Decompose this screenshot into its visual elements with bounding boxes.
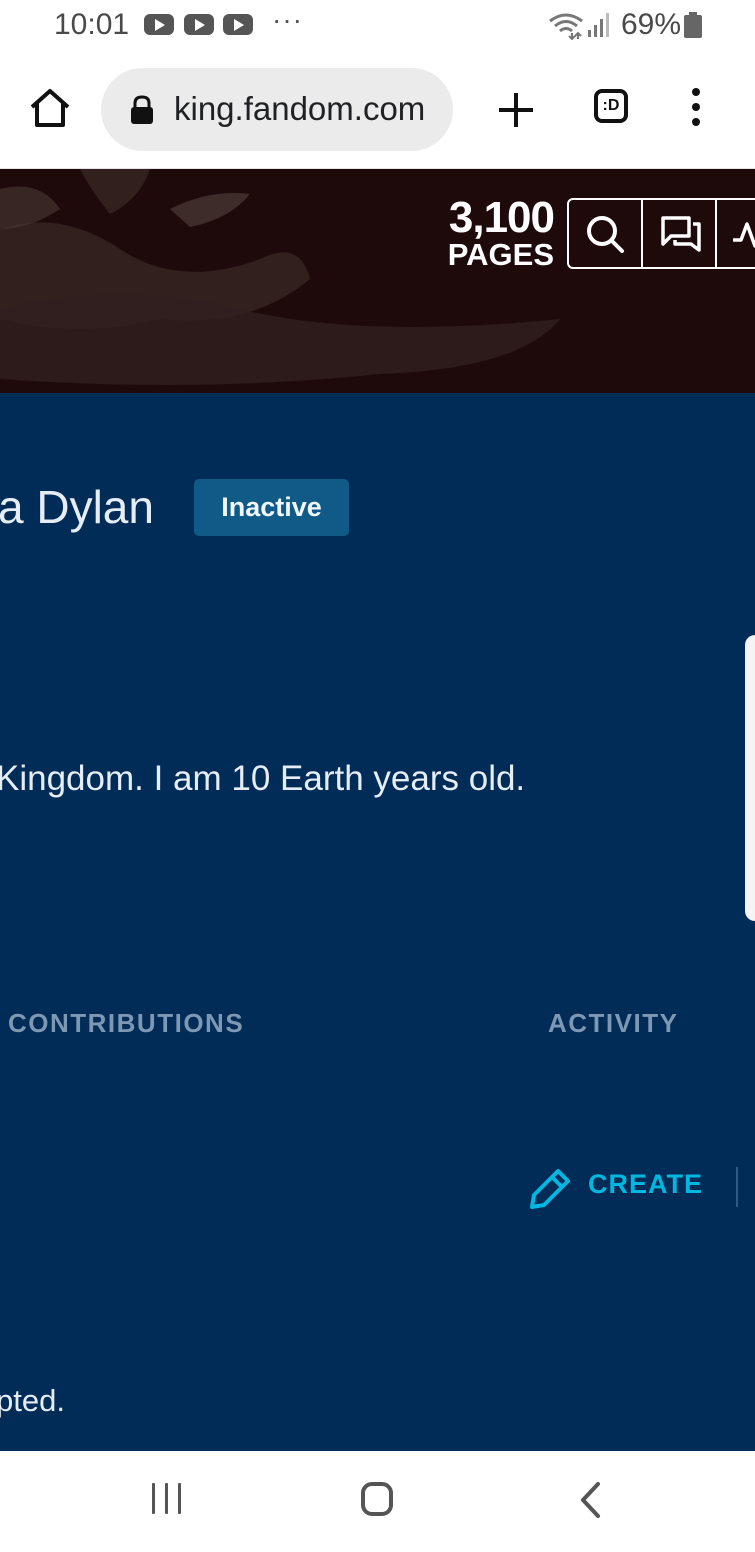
plus-icon[interactable] [494, 88, 538, 132]
url-bar[interactable]: king.fandom.com [101, 68, 453, 151]
status-time: 10:01 [54, 8, 130, 41]
toolbar-divider [736, 1167, 738, 1207]
battery-icon [684, 12, 702, 38]
lock-icon [131, 95, 153, 124]
create-label: CREATE [588, 1169, 704, 1199]
page-count-number: 3,100 [448, 193, 555, 242]
profile-content: a Dylan Inactive Kingdom. I am 10 Earth … [0, 393, 755, 1451]
system-nav-bar [0, 1451, 755, 1552]
youtube-icon [144, 14, 174, 35]
signal-icon [588, 13, 609, 37]
recent-apps-icon[interactable] [150, 1483, 184, 1517]
discussions-icon [661, 216, 701, 252]
search-button[interactable] [569, 200, 643, 267]
search-icon [587, 216, 624, 253]
page-count-label: PAGES [447, 237, 554, 272]
discussions-button[interactable] [643, 200, 717, 267]
footer-text: pted. [0, 1383, 65, 1418]
tab-activity[interactable]: ACTIVITY [548, 1008, 678, 1039]
tab-contributions[interactable]: CONTRIBUTIONS [8, 1008, 244, 1039]
browser-toolbar: king.fandom.com :D [0, 52, 755, 169]
activity-button[interactable] [717, 200, 755, 267]
activity-icon [733, 222, 755, 248]
youtube-icon [223, 14, 253, 35]
home-icon[interactable] [361, 1482, 393, 1516]
status-badge: Inactive [194, 479, 349, 536]
back-icon[interactable] [578, 1481, 604, 1519]
youtube-icon [184, 14, 214, 35]
tab-switcher-icon[interactable]: :D [594, 89, 628, 123]
battery-percent: 69% [621, 8, 682, 41]
status-bar: 10:01 ··· 69% [0, 0, 755, 52]
wifi-icon [549, 13, 583, 40]
home-icon[interactable] [28, 86, 72, 130]
page-count: 3,100 PAGES [440, 193, 555, 272]
create-button[interactable]: CREATE [528, 1163, 708, 1211]
wiki-tools [567, 198, 755, 269]
profile-username: a Dylan [0, 481, 154, 533]
more-notifications-indicator: ··· [272, 4, 303, 35]
pencil-icon [530, 1169, 570, 1209]
url-text: king.fandom.com [174, 90, 426, 127]
side-panel-handle[interactable] [745, 635, 755, 921]
profile-bio: Kingdom. I am 10 Earth years old. [0, 759, 526, 798]
more-vert-icon[interactable] [688, 88, 704, 134]
